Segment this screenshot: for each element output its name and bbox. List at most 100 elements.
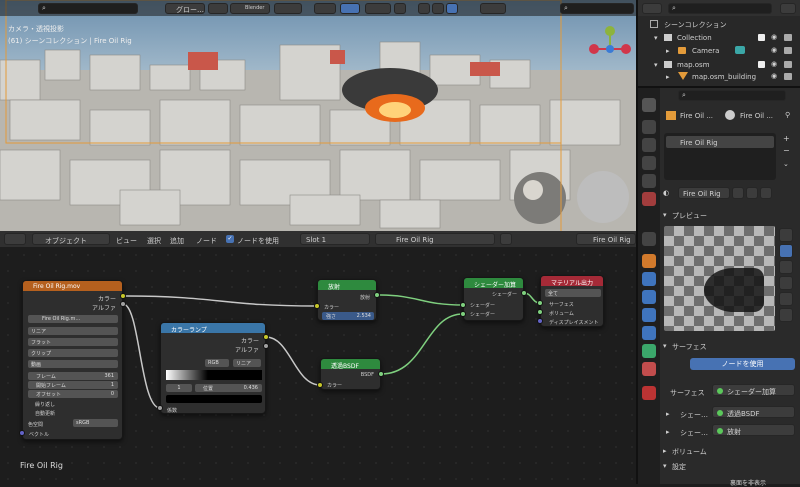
projection-dropdown[interactable]: フラット bbox=[28, 338, 118, 346]
material-browse-icon[interactable]: ◐ bbox=[663, 189, 669, 197]
offset-field[interactable]: オフセット 0 bbox=[28, 390, 118, 398]
particles-tab-icon[interactable] bbox=[642, 290, 656, 304]
settings-panel-header[interactable]: 設定 bbox=[672, 462, 686, 472]
menu-add[interactable]: 追加 bbox=[170, 236, 184, 246]
render-tab-icon[interactable] bbox=[642, 120, 656, 134]
eye-icon[interactable]: ◉ bbox=[771, 33, 777, 41]
data-tab-icon[interactable] bbox=[642, 344, 656, 358]
shader2-field[interactable]: 放射 bbox=[712, 424, 795, 436]
socket-shader-in[interactable] bbox=[460, 311, 466, 317]
preview-flat-button[interactable] bbox=[779, 244, 793, 258]
slot-dropdown[interactable]: Slot 1 bbox=[300, 233, 370, 245]
socket-bsdf-out[interactable] bbox=[378, 371, 384, 377]
slot-menu-icon[interactable]: ⌄ bbox=[783, 160, 789, 168]
camera-render-icon[interactable] bbox=[784, 34, 792, 41]
shading-rendered-button[interactable] bbox=[446, 3, 458, 14]
expand-arrow-icon[interactable]: ▸ bbox=[666, 73, 670, 81]
preview-sphere-button[interactable] bbox=[779, 228, 793, 242]
volume-panel-header[interactable]: ボリューム bbox=[672, 447, 707, 457]
outliner-search-field[interactable]: ⌕ bbox=[668, 3, 772, 14]
menu-view[interactable]: ビュー bbox=[116, 236, 137, 246]
physics-tab-icon[interactable] bbox=[642, 308, 656, 322]
use-nodes-button[interactable]: ノードを使用 bbox=[690, 358, 795, 370]
socket-volume-in[interactable] bbox=[537, 309, 543, 315]
gizmo-toggle[interactable] bbox=[340, 3, 360, 14]
stop-index-field[interactable]: 1 bbox=[166, 384, 192, 392]
xray-toggle[interactable] bbox=[394, 3, 406, 14]
eye-icon[interactable]: ◉ bbox=[771, 46, 777, 54]
pin-button[interactable] bbox=[500, 233, 512, 245]
auto-refresh-checkbox[interactable]: 自動更新 bbox=[35, 410, 55, 417]
pivot-dropdown[interactable] bbox=[208, 3, 228, 14]
menu-select[interactable]: 選択 bbox=[147, 236, 161, 246]
emission-node[interactable]: 放射 放射 カラー 強さ 2.534 bbox=[317, 279, 377, 321]
outliner-filter-button[interactable] bbox=[780, 3, 796, 14]
socket-fac-in[interactable] bbox=[157, 405, 163, 411]
interpolation-dropdown[interactable]: リニア bbox=[28, 327, 118, 335]
outliner-item-map-osm[interactable]: map.osm bbox=[677, 61, 710, 69]
output-tab-icon[interactable] bbox=[642, 138, 656, 152]
render-preview-button[interactable] bbox=[480, 3, 506, 14]
material-right-selector[interactable]: Fire Oil Rig bbox=[576, 233, 636, 245]
visibility-dropdown[interactable] bbox=[314, 3, 336, 14]
color-mode-dropdown[interactable]: RGB bbox=[205, 359, 229, 367]
expand-arrow-icon[interactable]: ▸ bbox=[663, 447, 667, 455]
expand-arrow-icon[interactable]: ▸ bbox=[666, 47, 670, 55]
world-tab-icon[interactable] bbox=[642, 192, 656, 206]
editor-type-dropdown[interactable] bbox=[4, 233, 26, 245]
image-file-field[interactable]: Fire Oil Rig.m… bbox=[28, 315, 118, 323]
modifier-tab-icon[interactable] bbox=[642, 272, 656, 286]
tool-tab-icon[interactable] bbox=[642, 98, 656, 112]
outliner-item-camera[interactable]: Camera bbox=[692, 47, 719, 55]
socket-displacement-in[interactable] bbox=[537, 318, 543, 324]
socket-shader-in[interactable] bbox=[460, 302, 466, 308]
stop-position-field[interactable]: 位置 0.436 bbox=[195, 384, 262, 392]
snap-toggle[interactable]: Blender bbox=[230, 3, 270, 14]
surface-panel-header[interactable]: サーフェス bbox=[672, 342, 707, 352]
frames-field[interactable]: フレーム 361 bbox=[28, 372, 118, 380]
scene-tab-icon[interactable] bbox=[642, 174, 656, 188]
preview-world-button[interactable] bbox=[779, 308, 793, 322]
socket-color-out[interactable] bbox=[263, 334, 269, 340]
proportional-toggle[interactable] bbox=[274, 3, 302, 14]
unlink-material-button[interactable] bbox=[760, 187, 772, 199]
strength-field[interactable]: 強さ 2.534 bbox=[322, 312, 374, 320]
image-texture-node[interactable]: Fire Oil Rig.mov カラー アルファ Fire Oil Rig.m… bbox=[22, 280, 123, 440]
expand-arrow-icon[interactable]: ▾ bbox=[663, 211, 667, 219]
socket-emission-out[interactable] bbox=[374, 292, 380, 298]
colorspace-dropdown[interactable]: sRGB bbox=[73, 419, 118, 427]
slot-remove-button[interactable]: − bbox=[783, 146, 790, 155]
slot-add-button[interactable]: + bbox=[783, 134, 790, 143]
preview-monkey-button[interactable] bbox=[779, 276, 793, 290]
material-tab-icon[interactable] bbox=[642, 362, 656, 376]
outliner-item-map-osm-building[interactable]: map.osm_building bbox=[692, 73, 756, 81]
navigation-gizmo[interactable] bbox=[585, 24, 635, 74]
color-ramp-node[interactable]: カラーランプ カラー アルファ RGB リニア 1 位置 0.436 係数 bbox=[160, 322, 266, 414]
outliner-display-mode-dropdown[interactable] bbox=[642, 3, 662, 14]
exclude-checkbox[interactable] bbox=[758, 34, 765, 41]
extension-dropdown[interactable]: クリップ bbox=[28, 349, 118, 357]
shader1-field[interactable]: 透過BSDF bbox=[712, 406, 795, 418]
menu-node[interactable]: ノード bbox=[196, 236, 217, 246]
expand-arrow-icon[interactable]: ▸ bbox=[666, 410, 670, 418]
material-name-field[interactable]: Fire Oil Rig bbox=[678, 187, 730, 199]
eye-icon[interactable]: ◉ bbox=[771, 60, 777, 68]
view-mode-dropdown[interactable]: グロー… bbox=[165, 3, 205, 14]
viewport-search-field[interactable]: ⌕ bbox=[560, 3, 634, 14]
socket-shader-out[interactable] bbox=[521, 290, 527, 296]
preview-cube-button[interactable] bbox=[779, 260, 793, 274]
material-output-node[interactable]: マテリアル出力 全て サーフェス ボリューム ディスプレイスメント bbox=[540, 275, 604, 327]
surface-shader-field[interactable]: シェーダー加算 bbox=[712, 384, 795, 396]
socket-surface-in[interactable] bbox=[537, 300, 543, 306]
expand-arrow-icon[interactable]: ▾ bbox=[663, 342, 667, 350]
use-nodes-checkbox[interactable]: ✓ bbox=[226, 235, 234, 243]
backface-culling-checkbox[interactable]: 裏面を非表示 bbox=[730, 478, 766, 487]
exclude-checkbox[interactable] bbox=[758, 61, 765, 68]
transparent-bsdf-node[interactable]: 透過BSDF BSDF カラー bbox=[320, 358, 381, 390]
material-selector[interactable]: Fire Oil Rig bbox=[375, 233, 495, 245]
expand-arrow-icon[interactable]: ▾ bbox=[654, 61, 658, 69]
socket-color-in[interactable] bbox=[314, 303, 320, 309]
color-ramp-bar[interactable] bbox=[166, 370, 262, 380]
socket-vector-in[interactable] bbox=[19, 430, 25, 436]
socket-color-out[interactable] bbox=[120, 293, 126, 299]
